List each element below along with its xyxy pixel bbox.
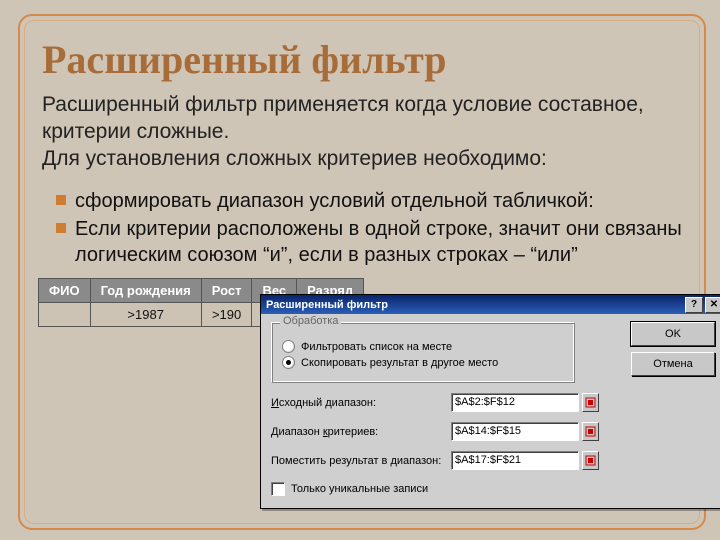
checkbox-label: Только уникальные записи <box>291 483 428 495</box>
cancel-label: Отмена <box>653 358 692 370</box>
range-picker-icon <box>585 397 596 408</box>
input-destination-range[interactable]: $A$17:$F$21 <box>451 451 579 470</box>
help-icon: ? <box>691 299 697 310</box>
cancel-button[interactable]: Отмена <box>631 352 715 376</box>
range-picker-button[interactable] <box>582 451 599 470</box>
range-picker-icon <box>585 455 596 466</box>
paragraph-1: Расширенный фильтр применяется когда усл… <box>42 91 682 145</box>
slide-frame: Расширенный фильтр Расширенный фильтр пр… <box>18 14 706 530</box>
advanced-filter-dialog: Расширенный фильтр ? ✕ OK Отмена Обработ… <box>260 294 720 509</box>
radio-label: Фильтровать список на месте <box>301 341 452 353</box>
row-criteria-range: Диапазон критериев: $A$14:$F$15 <box>271 422 715 441</box>
ok-label: OK <box>665 328 681 340</box>
slide-body: Расширенный фильтр применяется когда усл… <box>42 91 682 172</box>
dialog-body: OK Отмена Обработка Фильтровать список н… <box>261 314 720 508</box>
radio-icon <box>282 356 295 369</box>
label-destination-range: Поместить результат в диапазон: <box>271 455 451 467</box>
checkbox-unique-records[interactable]: Только уникальные записи <box>271 482 715 496</box>
bullet-item: Если критерии расположены в одной строке… <box>56 216 682 268</box>
td-fio <box>39 303 91 327</box>
radio-dot-icon <box>286 360 291 365</box>
th-year: Год рождения <box>90 279 201 303</box>
close-icon: ✕ <box>710 299 718 310</box>
th-height: Рост <box>201 279 252 303</box>
dialog-title: Расширенный фильтр <box>263 299 683 311</box>
row-destination-range: Поместить результат в диапазон: $A$17:$F… <box>271 451 715 470</box>
radio-copy-to[interactable]: Скопировать результат в другое место <box>282 356 564 369</box>
paragraph-2: Для установления сложных критериев необх… <box>42 145 682 172</box>
label-source-range: Исходный диапазон: <box>271 397 451 409</box>
range-picker-button[interactable] <box>582 393 599 412</box>
bullet-icon <box>56 195 66 205</box>
row-source-range: Исходный диапазон: $A$2:$F$12 <box>271 393 715 412</box>
radio-icon <box>282 340 295 353</box>
label-criteria-range: Диапазон критериев: <box>271 426 451 438</box>
range-picker-button[interactable] <box>582 422 599 441</box>
bullet-icon <box>56 223 66 233</box>
bullet-text: Если критерии расположены в одной строке… <box>75 216 682 268</box>
range-picker-icon <box>585 426 596 437</box>
checkbox-icon <box>271 482 285 496</box>
fieldset-legend: Обработка <box>280 315 341 327</box>
th-fio: ФИО <box>39 279 91 303</box>
td-year: >1987 <box>90 303 201 327</box>
radio-filter-inplace[interactable]: Фильтровать список на месте <box>282 340 564 353</box>
bullet-text: сформировать диапазон условий отдельной … <box>75 188 594 214</box>
dialog-titlebar[interactable]: Расширенный фильтр ? ✕ <box>261 295 720 314</box>
input-source-range[interactable]: $A$2:$F$12 <box>451 393 579 412</box>
close-button[interactable]: ✕ <box>705 297 720 313</box>
td-height: >190 <box>201 303 252 327</box>
processing-fieldset: Обработка Фильтровать список на месте Ск… <box>271 322 575 383</box>
slide-title: Расширенный фильтр <box>42 36 447 83</box>
bullet-item: сформировать диапазон условий отдельной … <box>56 188 682 214</box>
radio-label: Скопировать результат в другое место <box>301 357 498 369</box>
input-criteria-range[interactable]: $A$14:$F$15 <box>451 422 579 441</box>
dialog-button-column: OK Отмена <box>631 322 715 376</box>
bullet-list: сформировать диапазон условий отдельной … <box>56 188 682 270</box>
help-button[interactable]: ? <box>685 297 703 313</box>
ok-button[interactable]: OK <box>631 322 715 346</box>
